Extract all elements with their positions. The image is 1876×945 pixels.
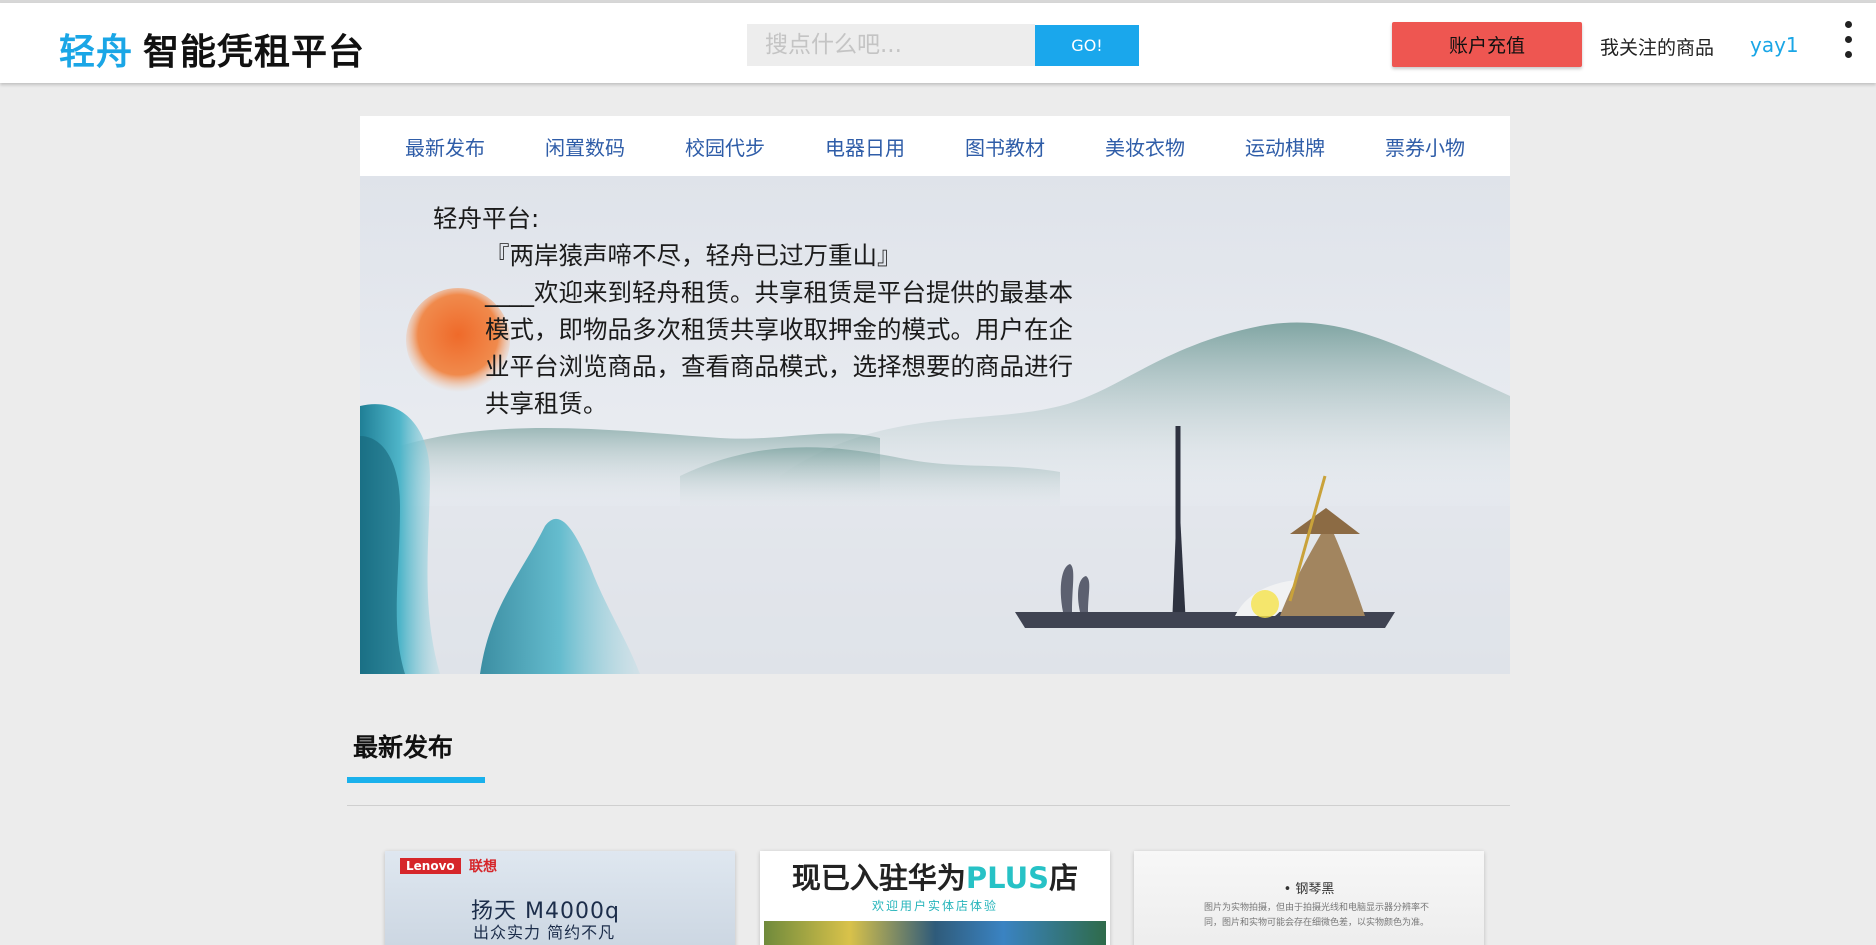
category-digital[interactable]: 闲置数码 xyxy=(545,132,625,161)
category-beauty-clothing[interactable]: 美妆衣物 xyxy=(1105,132,1185,161)
product-card[interactable]: • 钢琴黑 图片为实物拍摄，但由于拍摄光线和电脑显示器分辨率不同，图片和实物可能… xyxy=(1134,851,1484,945)
title-prefix: 现已入驻华为 xyxy=(791,861,966,895)
banner-dash: ____ xyxy=(485,278,534,307)
product-subtitle: 欢迎用户实体店体验 xyxy=(871,899,998,913)
title-suffix: 店 xyxy=(1049,861,1079,895)
category-appliances[interactable]: 电器日用 xyxy=(825,132,905,161)
section-title: 最新发布 xyxy=(353,733,454,762)
recharge-button[interactable]: 账户充值 xyxy=(1392,22,1582,67)
banner-quote: 『两岸猿声啼不尽，轻舟已过万重山』 xyxy=(485,241,902,270)
product-note: 图片为实物拍摄，但由于拍摄光线和电脑显示器分辨率不同，图片和实物可能会存在细微色… xyxy=(1204,903,1430,928)
category-transport[interactable]: 校园代步 xyxy=(685,132,765,161)
category-latest[interactable]: 最新发布 xyxy=(405,132,485,161)
more-vertical-icon[interactable] xyxy=(1838,21,1858,69)
section-divider xyxy=(347,805,1510,806)
product-photo xyxy=(764,921,1106,945)
title-plus: PLUS xyxy=(965,861,1050,895)
category-books[interactable]: 图书教材 xyxy=(965,132,1045,161)
category-nav: 最新发布 闲置数码 校园代步 电器日用 图书教材 美妆衣物 运动棋牌 票券小物 xyxy=(360,116,1510,176)
brand-accent: 轻舟 xyxy=(59,32,134,73)
product-card[interactable]: Lenovo 联想 扬天 M4000q 出众实力 简约不凡 xyxy=(385,851,735,945)
banner-heading: 轻舟平台: xyxy=(433,204,540,233)
banner-paragraph: 欢迎来到轻舟租赁。共享租赁是平台提供的最基本模式，即物品多次租赁共享收取押金的模… xyxy=(485,278,1073,418)
product-color-label: • 钢琴黑 xyxy=(1283,882,1335,897)
lenovo-logo: Lenovo xyxy=(400,858,461,874)
brand-cn-label: 联想 xyxy=(469,859,497,875)
category-sports-games[interactable]: 运动棋牌 xyxy=(1245,132,1325,161)
search-input[interactable] xyxy=(747,24,1035,66)
banner-intro: 轻舟平台: 『两岸猿声啼不尽，轻舟已过万重山』 ____欢迎来到轻舟租赁。共享租… xyxy=(433,200,1093,422)
brand-title: 智能凭租平台 xyxy=(143,32,366,73)
username-link[interactable]: yay1 xyxy=(1750,33,1799,57)
hero-banner: 轻舟平台: 『两岸猿声啼不尽，轻舟已过万重山』 ____欢迎来到轻舟租赁。共享租… xyxy=(360,176,1510,674)
product-card[interactable]: 现已入驻华为PLUS店 欢迎用户实体店体验 xyxy=(760,851,1110,945)
section-underline xyxy=(347,777,485,783)
search-button[interactable]: GO! xyxy=(1035,25,1139,66)
followed-items-link[interactable]: 我关注的商品 xyxy=(1600,33,1714,60)
top-header: 轻舟智能凭租平台 GO! 账户充值 我关注的商品 yay1 xyxy=(0,3,1876,83)
banner-paragraph-block: ____欢迎来到轻舟租赁。共享租赁是平台提供的最基本模式，即物品多次租赁共享收取… xyxy=(433,274,1093,422)
brand-logo[interactable]: 轻舟 智能凭租平台 xyxy=(59,23,365,75)
category-tickets[interactable]: 票券小物 xyxy=(1385,132,1465,161)
product-slogan: 出众实力 简约不凡 xyxy=(473,923,616,942)
product-title: 现已入驻华为PLUS店 xyxy=(760,855,1110,897)
